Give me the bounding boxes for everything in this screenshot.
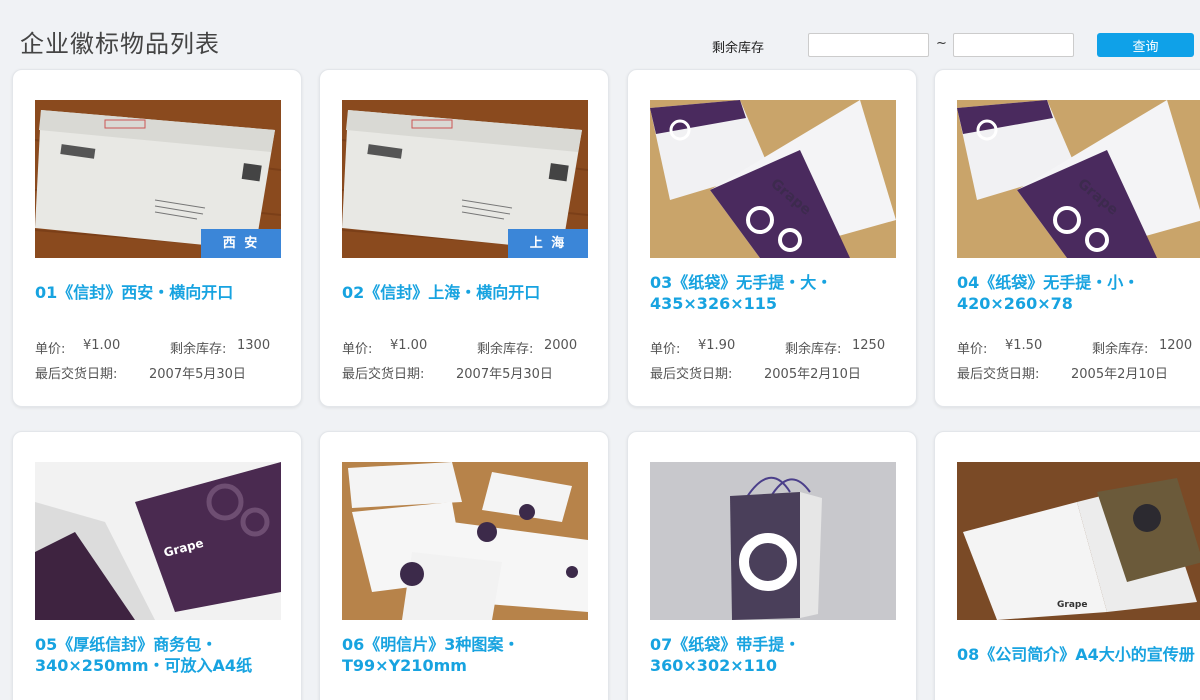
product-name[interactable]: 07《纸袋》带手提・360×302×110 (650, 634, 900, 676)
product-card[interactable]: Grape 03《纸袋》无手提・大・435×326×115 单价: ¥1.90 … (627, 69, 917, 407)
postcard-photo (342, 462, 588, 620)
shopping-bag-photo (650, 462, 896, 620)
folder-photo: Grape (35, 462, 281, 620)
stock-label: 剩余库存: (1092, 342, 1149, 357)
price-label: 单价: (35, 342, 66, 357)
delivery-date: 2005年2月10日 (764, 367, 861, 382)
product-name[interactable]: 02《信封》上海・横向开口 (342, 282, 592, 303)
delivery-label: 最后交货日期: (342, 367, 425, 382)
product-card[interactable]: Grape 08《公司简介》A4大小的宣传册 (934, 431, 1200, 700)
paper-bag-photo: Grape (957, 100, 1200, 258)
city-badge: 西 安 (201, 229, 281, 258)
stock-label: 剩余库存: (170, 342, 227, 357)
product-card[interactable]: 西 安 01《信封》西安・横向开口 单价: ¥1.00 剩余库存: 1300 最… (12, 69, 302, 407)
product-card[interactable]: Grape 05《厚纸信封》商务包・340×250mm・可放入A4纸 (12, 431, 302, 700)
delivery-date: 2005年2月10日 (1071, 367, 1168, 382)
price-label: 单价: (650, 342, 681, 357)
price-label: 单价: (957, 342, 988, 357)
price-value: ¥1.00 (83, 338, 121, 353)
stock-value: 1200 (1159, 338, 1193, 353)
stock-value: 2000 (544, 338, 578, 353)
delivery-label: 最后交货日期: (650, 367, 733, 382)
product-card[interactable]: 06《明信片》3种图案・T99×Y210mm (319, 431, 609, 700)
stock-value: 1300 (237, 338, 271, 353)
product-card[interactable]: Grape 04《纸袋》无手提・小・420×260×78 单价: ¥1.50 剩… (934, 69, 1200, 407)
svg-text:Grape: Grape (1057, 600, 1087, 610)
delivery-date: 2007年5月30日 (149, 367, 246, 382)
product-name[interactable]: 01《信封》西安・横向开口 (35, 282, 285, 303)
envelope-photo: 上 海 (342, 100, 588, 258)
product-grid: 西 安 01《信封》西安・横向开口 单价: ¥1.00 剩余库存: 1300 最… (0, 0, 1200, 700)
stock-label: 剩余库存: (477, 342, 534, 357)
product-name[interactable]: 08《公司简介》A4大小的宣传册 (957, 644, 1200, 665)
delivery-label: 最后交货日期: (35, 367, 118, 382)
paper-bag-photo: Grape (650, 100, 896, 258)
delivery-date: 2007年5月30日 (456, 367, 553, 382)
price-value: ¥1.50 (1005, 338, 1043, 353)
delivery-label: 最后交货日期: (957, 367, 1040, 382)
stock-label: 剩余库存: (785, 342, 842, 357)
product-card[interactable]: 上 海 02《信封》上海・横向开口 单价: ¥1.00 剩余库存: 2000 最… (319, 69, 609, 407)
price-value: ¥1.90 (698, 338, 736, 353)
price-value: ¥1.00 (390, 338, 428, 353)
brochure-photo: Grape (957, 462, 1200, 620)
envelope-photo: 西 安 (35, 100, 281, 258)
product-card[interactable]: 07《纸袋》带手提・360×302×110 (627, 431, 917, 700)
product-name[interactable]: 06《明信片》3种图案・T99×Y210mm (342, 634, 592, 676)
price-label: 单价: (342, 342, 373, 357)
product-name[interactable]: 04《纸袋》无手提・小・420×260×78 (957, 272, 1200, 314)
city-badge: 上 海 (508, 229, 588, 258)
stock-value: 1250 (852, 338, 886, 353)
product-name[interactable]: 03《纸袋》无手提・大・435×326×115 (650, 272, 900, 314)
product-name[interactable]: 05《厚纸信封》商务包・340×250mm・可放入A4纸 (35, 634, 285, 676)
